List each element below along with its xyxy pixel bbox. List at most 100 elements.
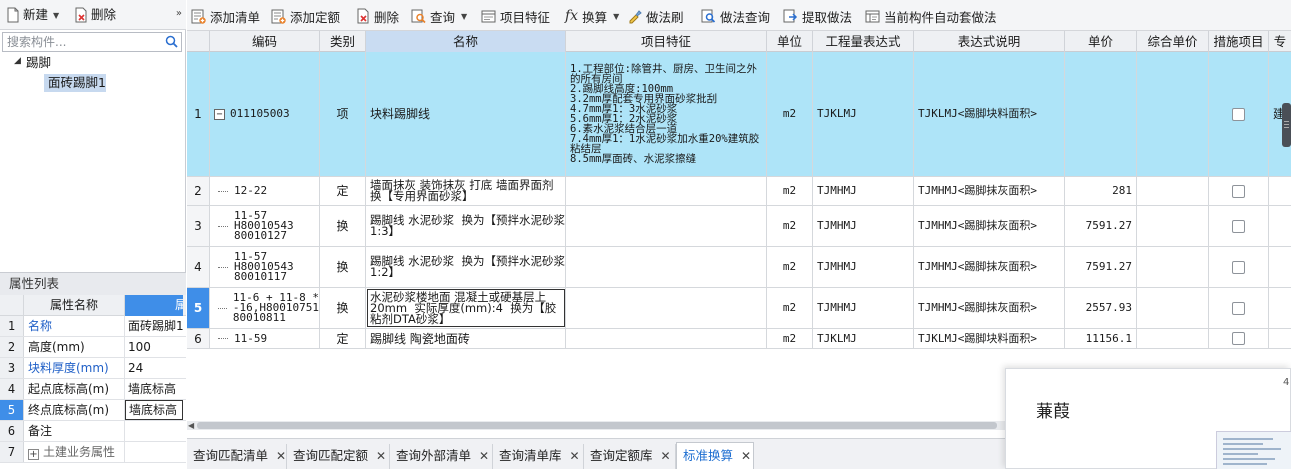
measure-checkbox[interactable] [1232, 260, 1245, 274]
new-component-button[interactable]: 新建 ▼ [6, 6, 59, 24]
expand-icon[interactable]: + [28, 449, 39, 460]
cell-name-selected[interactable]: 水泥砂浆楼地面 混凝土或硬基层上 20mm 实际厚度(mm):4 换为【胶粘剂D… [366, 288, 566, 328]
cell-unit[interactable]: m2 [767, 206, 813, 246]
cell-unit[interactable]: m2 [767, 329, 813, 348]
cell-composite-price[interactable] [1137, 206, 1209, 246]
tab-query-match-quota[interactable]: 查询匹配定额 ✕ [287, 444, 390, 469]
cell-price[interactable]: 2557.93 [1065, 288, 1137, 328]
column-header-code[interactable]: 编码 [210, 31, 320, 52]
property-value-editing[interactable]: 墙底标高 [125, 400, 183, 420]
property-row[interactable]: 3 块料厚度(mm) 24 [0, 358, 186, 379]
property-value[interactable] [125, 421, 183, 441]
measure-checkbox[interactable] [1232, 184, 1245, 198]
row-number[interactable]: 6 [187, 329, 210, 348]
horizontal-scrollbar[interactable]: ◀ [187, 421, 1007, 430]
chevron-down-icon[interactable]: ▼ [613, 12, 619, 21]
horizontal-scroll-thumb[interactable] [197, 422, 997, 429]
cell-measure-item[interactable] [1209, 52, 1269, 176]
add-quota-button[interactable]: 添加定额 [271, 7, 340, 25]
table-row-active[interactable]: 5 11-6 + 11-8 * -16,H80010751 80010811 换… [187, 288, 1291, 329]
cell-type[interactable]: 定 [320, 177, 366, 205]
column-header-composite-price[interactable]: 综合单价 [1137, 31, 1209, 52]
table-row[interactable]: 6 11-59 定 踢脚线 陶瓷地面砖 m2 TJKLMJ TJKLMJ<踢脚块… [187, 329, 1291, 349]
cell-name[interactable]: 墙面抹灰 装饰抹灰 打底 墙面界面剂 换【专用界面砂浆】 [366, 177, 566, 205]
cell-type[interactable]: 换 [320, 288, 366, 328]
cell-extra[interactable] [1269, 329, 1291, 348]
tab-standard-conversion[interactable]: 标准换算 ✕ [676, 442, 754, 469]
tab-query-list-library[interactable]: 查询清单库 ✕ [493, 444, 584, 469]
table-row[interactable]: 3 11-57 H80010543 80010127 换 踢脚线 水泥砂浆 换为… [187, 206, 1291, 247]
cell-unit[interactable]: m2 [767, 52, 813, 176]
chevron-down-icon[interactable]: ▼ [53, 11, 59, 20]
measure-checkbox[interactable] [1232, 301, 1245, 315]
row-number[interactable]: 4 [187, 247, 210, 287]
tab-query-external-list[interactable]: 查询外部清单 ✕ [390, 444, 493, 469]
property-row[interactable]: 6 备注 [0, 421, 186, 442]
column-header-unit[interactable]: 单位 [767, 31, 813, 52]
cell-expression-desc[interactable]: TJKLMJ<踢脚块料面积> [914, 329, 1065, 348]
close-icon[interactable]: ✕ [479, 449, 489, 463]
delete-component-button[interactable]: 删除 [74, 6, 116, 24]
method-brush-button[interactable]: 做法刷 [627, 7, 684, 25]
property-row[interactable]: 1 名称 面砖踢脚1 [0, 316, 186, 337]
cell-price[interactable]: 7591.27 [1065, 206, 1137, 246]
property-value[interactable]: 墙底标高 [125, 379, 183, 399]
cell-code[interactable]: 12-22 [210, 177, 320, 205]
table-row[interactable]: 2 12-22 定 墙面抹灰 装饰抹灰 打底 墙面界面剂 换【专用界面砂浆】 m… [187, 177, 1291, 206]
cell-name[interactable]: 踢脚线 水泥砂浆 换为【预拌水泥砂浆 1:2】 [366, 247, 566, 287]
scroll-left-icon[interactable]: ◀ [188, 421, 194, 430]
cell-code[interactable]: 11-57 H80010543 80010117 [210, 247, 320, 287]
column-header-extra[interactable]: 专 [1269, 31, 1291, 52]
vertical-scroll-thumb[interactable] [1282, 103, 1291, 147]
popup-thumbnail[interactable] [1216, 431, 1291, 469]
column-header-name[interactable]: 名称 [366, 31, 566, 52]
cell-expression-desc[interactable]: TJMHMJ<踢脚抹灰面积> [914, 177, 1065, 205]
column-header-expression-desc[interactable]: 表达式说明 [914, 31, 1065, 52]
cell-expression-desc[interactable]: TJMHMJ<踢脚抹灰面积> [914, 247, 1065, 287]
cell-expression[interactable]: TJKLMJ [813, 52, 914, 176]
row-number[interactable]: 1 [187, 52, 210, 176]
cell-price[interactable]: 7591.27 [1065, 247, 1137, 287]
cell-expression-desc[interactable]: TJKLMJ<踢脚块料面积> [914, 52, 1065, 176]
search-input[interactable] [3, 33, 161, 51]
cell-unit[interactable]: m2 [767, 247, 813, 287]
cell-name[interactable]: 踢脚线 水泥砂浆 换为【预拌水泥砂浆 1:3】 [366, 206, 566, 246]
cell-feature[interactable] [566, 329, 767, 348]
tab-query-quota-library[interactable]: 查询定额库 ✕ [584, 444, 676, 469]
cell-code[interactable]: 11-57 H80010543 80010127 [210, 206, 320, 246]
delete-button[interactable]: 删除 [356, 7, 399, 25]
row-number-active[interactable]: 5 [187, 288, 210, 328]
column-header-measure-item[interactable]: 措施项目 [1209, 31, 1269, 52]
cell-feature[interactable] [566, 247, 767, 287]
table-row[interactable]: 1 −011105003 项 块料踢脚线 1.工程部位:除管井、厨房、卫生间之外… [187, 52, 1291, 177]
tree-node-selected[interactable]: 面砖踢脚1 [44, 74, 106, 92]
cell-measure-item[interactable] [1209, 177, 1269, 205]
property-row[interactable]: 2 高度(mm) 100 [0, 337, 186, 358]
collapse-icon[interactable]: − [214, 108, 225, 120]
cell-measure-item[interactable] [1209, 206, 1269, 246]
cell-code[interactable]: 11-59 [210, 329, 320, 348]
cell-type[interactable]: 项 [320, 52, 366, 176]
property-value[interactable]: 面砖踢脚1 [125, 316, 183, 336]
column-header-type[interactable]: 类别 [320, 31, 366, 52]
column-header-feature[interactable]: 项目特征 [566, 31, 767, 52]
add-list-button[interactable]: 添加清单 [191, 7, 260, 25]
search-icon[interactable] [165, 35, 178, 48]
cell-price[interactable]: 281 [1065, 177, 1137, 205]
cell-type[interactable]: 换 [320, 206, 366, 246]
cell-name[interactable]: 踢脚线 陶瓷地面砖 [366, 329, 566, 348]
cell-expression-desc[interactable]: TJMHMJ<踢脚抹灰面积> [914, 288, 1065, 328]
cell-code[interactable]: 11-6 + 11-8 * -16,H80010751 80010811 [210, 288, 320, 328]
close-icon[interactable]: ✕ [276, 449, 286, 463]
cell-extra[interactable] [1269, 288, 1291, 328]
cell-expression[interactable]: TJKLMJ [813, 329, 914, 348]
cell-composite-price[interactable] [1137, 177, 1209, 205]
cell-price[interactable] [1065, 52, 1137, 176]
close-icon[interactable]: ✕ [570, 449, 580, 463]
tree-collapse-icon[interactable]: ◢ [14, 56, 21, 66]
cell-feature[interactable] [566, 177, 767, 205]
item-feature-button[interactable]: 项目特征 [481, 7, 550, 25]
cell-expression[interactable]: TJMHMJ [813, 206, 914, 246]
cell-feature[interactable] [566, 288, 767, 328]
cell-feature[interactable] [566, 206, 767, 246]
